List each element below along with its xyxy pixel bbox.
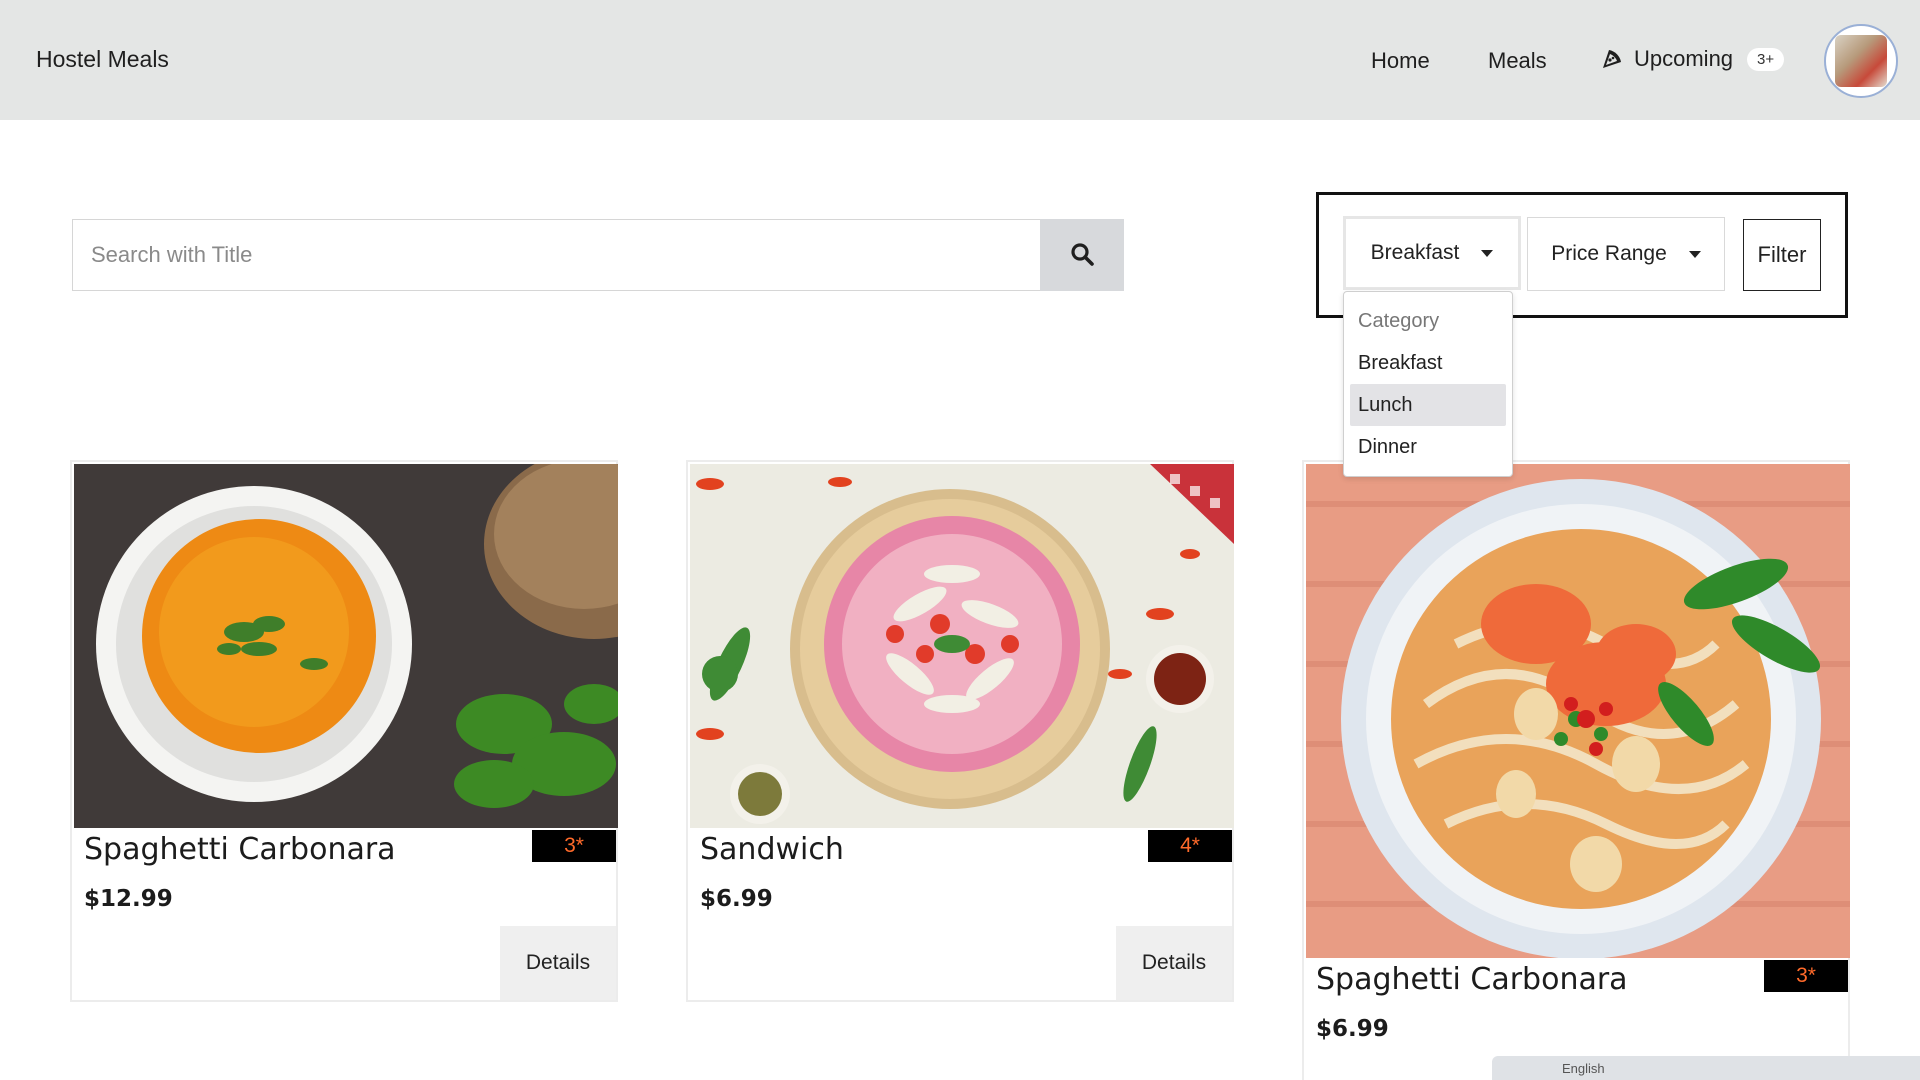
upcoming-count-badge: 3+ [1747, 47, 1785, 71]
meal-title: Spaghetti Carbonara [1316, 962, 1628, 997]
nav-home-link[interactable]: Home [1371, 48, 1430, 74]
meal-card: Spaghetti Carbonara 3* $12.99 Details [70, 460, 618, 1002]
category-dropdown-menu: Category Breakfast Lunch Dinner [1343, 291, 1513, 477]
category-dropdown[interactable]: Breakfast [1343, 216, 1521, 290]
dropdown-header: Category [1358, 310, 1440, 332]
nav-upcoming-label: Upcoming [1634, 46, 1734, 71]
meal-image-noodles [1306, 464, 1850, 958]
system-taskbar: English [1492, 1056, 1920, 1080]
chevron-down-icon [1688, 250, 1701, 258]
meal-price: $6.99 [1316, 1016, 1389, 1042]
nav-meals-link[interactable]: Meals [1488, 48, 1547, 74]
dropdown-option-dinner[interactable]: Dinner [1350, 426, 1506, 468]
brand-logo[interactable]: Hostel Meals [36, 46, 169, 73]
user-avatar[interactable] [1824, 24, 1898, 98]
price-range-label: Price Range [1551, 242, 1667, 265]
meal-card: Spaghetti Carbonara 3* $6.99 [1302, 460, 1850, 1080]
rating-badge: 3* [1764, 960, 1848, 992]
rating-badge: 4* [1148, 830, 1232, 862]
details-button[interactable]: Details [1116, 926, 1232, 1000]
search-icon [1069, 241, 1095, 270]
price-range-dropdown[interactable]: Price Range [1527, 217, 1725, 291]
dropdown-option-lunch[interactable]: Lunch [1350, 384, 1506, 426]
chevron-down-icon [1481, 249, 1494, 257]
filter-button[interactable]: Filter [1743, 219, 1821, 291]
meal-price: $6.99 [700, 886, 773, 912]
search-input[interactable] [72, 219, 1040, 291]
nav-upcoming-link[interactable]: Upcoming 3+ [1600, 46, 1785, 72]
meal-title: Sandwich [700, 832, 844, 867]
details-button[interactable]: Details [500, 926, 616, 1000]
search-button[interactable] [1040, 219, 1124, 291]
meal-price: $12.99 [84, 886, 173, 912]
avatar-image [1835, 35, 1887, 87]
search-bar [72, 219, 1124, 291]
meal-image-pizza [690, 464, 1234, 828]
language-indicator[interactable]: English [1562, 1061, 1605, 1076]
meal-title: Spaghetti Carbonara [84, 832, 396, 867]
rating-badge: 3* [532, 830, 616, 862]
meal-card: Sandwich 4* $6.99 Details [686, 460, 1234, 1002]
category-selected-label: Breakfast [1370, 241, 1460, 264]
navbar: Hostel Meals Home Meals Upcoming 3+ [0, 0, 1920, 120]
dropdown-option-breakfast[interactable]: Breakfast [1350, 342, 1506, 384]
meal-image-soup [74, 464, 618, 828]
pizza-slice-icon [1600, 47, 1624, 71]
